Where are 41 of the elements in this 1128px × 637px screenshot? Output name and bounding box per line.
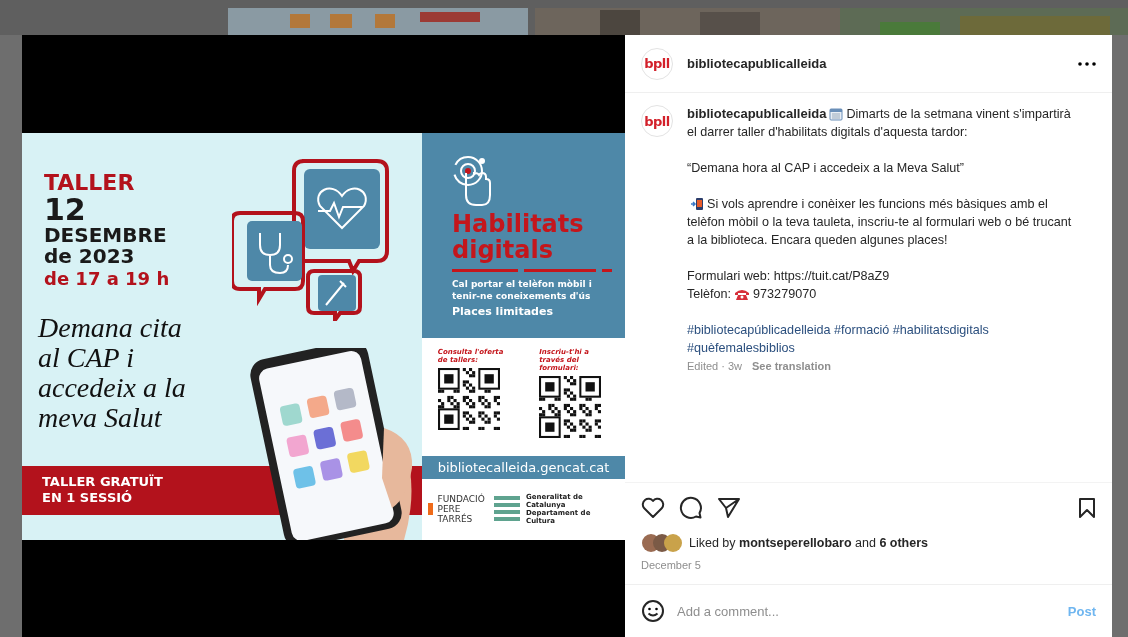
hashtag-link[interactable]: #habilitatsdigitals bbox=[892, 323, 989, 337]
poster-year: de 2023 bbox=[44, 246, 136, 268]
program-title: Habilitats digitals bbox=[452, 210, 585, 263]
bookmark-icon[interactable] bbox=[1078, 497, 1096, 519]
phone-label: Telèfon: bbox=[687, 287, 732, 301]
heart-icon[interactable] bbox=[641, 497, 665, 519]
poster-month: DESEMBRE bbox=[44, 225, 168, 247]
poster-title: TALLER bbox=[44, 170, 136, 194]
banner-text: TALLER GRATUÏT EN 1 SESSIÓ bbox=[42, 473, 164, 506]
poster-headline: Demana cita al CAP i accedeix a la meva Salut bbox=[38, 313, 187, 433]
mobile-phone-icon bbox=[690, 197, 704, 211]
touch-hand-icon bbox=[452, 154, 494, 207]
requirement-text: Cal portar el telèfon mòbil i tenir-ne coneixements d'ús bbox=[452, 277, 593, 302]
qr-code-icon bbox=[437, 367, 500, 430]
telephone-icon bbox=[734, 288, 751, 301]
stripes-logo-icon bbox=[494, 494, 520, 524]
hashtag-link[interactable]: #quèfemalesbiblios bbox=[687, 341, 795, 355]
poster-time: de 17 a 19 h bbox=[44, 270, 171, 289]
calendar-icon bbox=[829, 107, 844, 121]
edited-time: Edited · 3w bbox=[687, 359, 743, 374]
likes-text: Liked by montseperellobaro and 6 others bbox=[689, 536, 928, 550]
caption-text: bibliotecapublicalleida Dimarts de la setmana vinent s'impartirà el darrer taller d'habilitats digitals d'aquesta tardor: bbox=[687, 105, 1072, 141]
post-date: December 5 bbox=[641, 559, 702, 571]
poster-day: 12 bbox=[44, 193, 422, 226]
username-link[interactable]: bibliotecapublicalleida bbox=[687, 106, 827, 121]
send-icon[interactable] bbox=[717, 496, 741, 520]
quote-text: “Demana hora al CAP i accedeix a la Meva Salut” bbox=[687, 160, 965, 177]
hashtag-link[interactable]: #bibliotecapúblicadelleida bbox=[687, 323, 831, 337]
phone-number: 973279070 bbox=[753, 287, 817, 301]
hashtag-link[interactable]: #formació bbox=[834, 323, 890, 337]
qr-code-icon bbox=[539, 375, 602, 438]
sponsor-name: FUNDACIÓ PERE TARRÉS bbox=[437, 494, 486, 524]
liker-avatars-icon bbox=[641, 533, 685, 553]
caption-text: Si vols aprendre i conèixer les funcions més bàsiques amb el telèfon mòbil o la teva tauleta, inscriu-te al formulari web o bé trucant a la biblioteca. Encara queden algunes places! bbox=[687, 196, 1073, 249]
username-link[interactable]: bibliotecapublicalleida bbox=[687, 56, 827, 71]
website-bar: bibliotecalleida.gencat.cat bbox=[422, 455, 625, 479]
emoji-icon[interactable] bbox=[641, 599, 665, 623]
places-text: Places limitades bbox=[452, 304, 553, 318]
more-options-icon[interactable] bbox=[1078, 61, 1096, 66]
form-link-text: Formulari web: https://tuit.cat/P8aZ9 bbox=[687, 269, 890, 283]
comment-icon[interactable] bbox=[679, 496, 703, 520]
